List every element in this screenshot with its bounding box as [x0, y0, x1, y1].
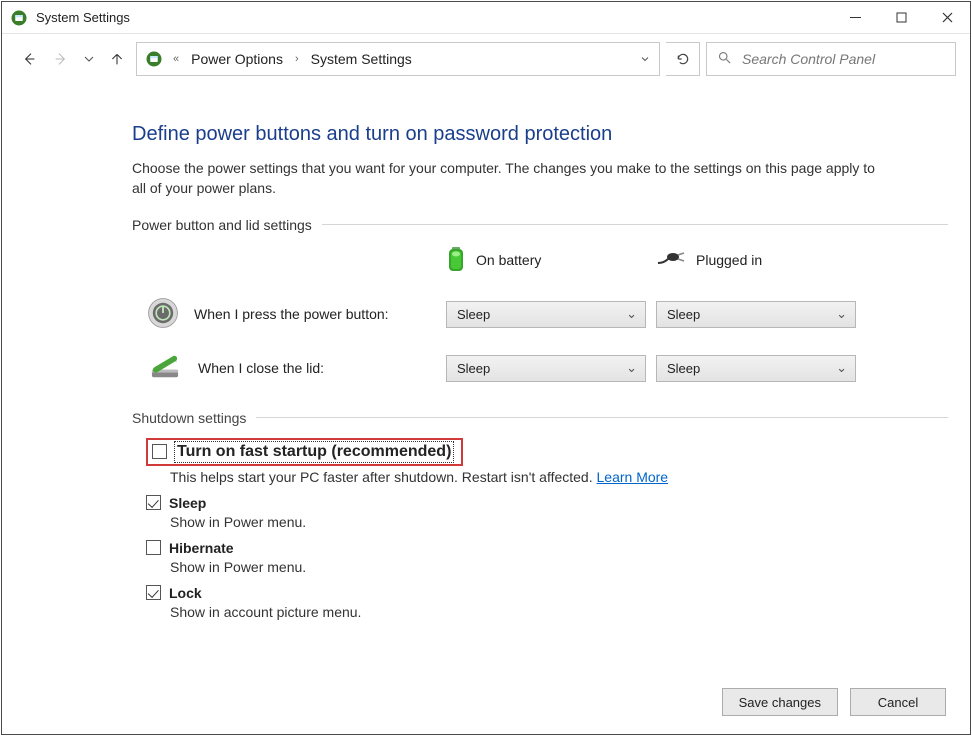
lock-checkbox[interactable] [146, 585, 161, 600]
highlighted-option: Turn on fast startup (recommended) [146, 438, 463, 466]
col-on-battery: On battery [446, 245, 646, 276]
shutdown-options: Turn on fast startup (recommended) This … [132, 438, 948, 620]
hibernate-desc: Show in Power menu. [170, 559, 948, 575]
opt-sleep: Sleep Show in Power menu. [146, 495, 948, 530]
power-plan-icon [137, 43, 169, 75]
battery-icon [446, 245, 466, 276]
search-input[interactable] [740, 50, 945, 68]
titlebar-controls [832, 2, 970, 34]
row-close-lid: When I close the lid: [146, 353, 436, 384]
refresh-button[interactable] [666, 42, 700, 76]
save-changes-button[interactable]: Save changes [722, 688, 838, 716]
lock-desc: Show in account picture menu. [170, 604, 948, 620]
page-description: Choose the power settings that you want … [132, 158, 892, 199]
opt-lock: Lock Show in account picture menu. [146, 585, 948, 620]
power-button-icon [146, 296, 180, 333]
hibernate-checkbox[interactable] [146, 540, 161, 555]
titlebar-left: System Settings [10, 9, 130, 27]
nav-back-button[interactable] [16, 46, 42, 72]
window-title: System Settings [36, 10, 130, 25]
breadcrumb-current[interactable]: System Settings [303, 43, 420, 75]
nav-row: « Power Options › System Settings [2, 34, 970, 87]
sleep-desc: Show in Power menu. [170, 514, 948, 530]
footer-buttons: Save changes Cancel [722, 688, 946, 716]
hibernate-label: Hibernate [169, 540, 234, 556]
power-grid: On battery Plugged in When I press the p… [146, 245, 948, 384]
address-bar[interactable]: « Power Options › System Settings [136, 42, 660, 76]
chevron-down-icon: ⌄ [626, 360, 637, 376]
col-plugged-in: Plugged in [656, 249, 856, 272]
close-lid-plugged-select[interactable]: Sleep ⌄ [656, 355, 856, 382]
close-button[interactable] [924, 2, 970, 34]
breadcrumb-parent[interactable]: Power Options [183, 43, 291, 75]
chevron-down-icon: ⌄ [836, 306, 847, 322]
row-power-button: When I press the power button: [146, 296, 436, 333]
power-section-label: Power button and lid settings [132, 217, 948, 233]
window: System Settings « Power Options › [1, 1, 971, 735]
breadcrumb-chevron-icon: « [169, 53, 183, 65]
chevron-down-icon: ⌄ [836, 360, 847, 376]
minimize-button[interactable] [832, 2, 878, 34]
power-button-plugged-select[interactable]: Sleep ⌄ [656, 301, 856, 328]
shutdown-section-label: Shutdown settings [132, 410, 948, 426]
sleep-checkbox[interactable] [146, 495, 161, 510]
nav-forward-button[interactable] [48, 46, 74, 72]
fast-startup-label: Turn on fast startup (recommended) [175, 442, 453, 462]
content: Define power buttons and turn on passwor… [2, 87, 970, 734]
cancel-button[interactable]: Cancel [850, 688, 946, 716]
search-box[interactable] [706, 42, 956, 76]
nav-recent-button[interactable] [80, 46, 98, 72]
plug-icon [656, 249, 686, 272]
opt-fast-startup: Turn on fast startup (recommended) This … [146, 438, 948, 485]
nav-up-button[interactable] [104, 46, 130, 72]
laptop-lid-icon [146, 353, 184, 384]
breadcrumb-chevron-icon: › [291, 53, 303, 65]
power-plan-icon [10, 9, 28, 27]
fast-startup-desc: This helps start your PC faster after sh… [170, 469, 948, 485]
page-heading: Define power buttons and turn on passwor… [132, 123, 948, 146]
lock-label: Lock [169, 585, 202, 601]
fast-startup-checkbox[interactable] [152, 444, 167, 459]
titlebar: System Settings [2, 2, 970, 34]
power-button-battery-select[interactable]: Sleep ⌄ [446, 301, 646, 328]
learn-more-link[interactable]: Learn More [597, 469, 669, 485]
opt-hibernate: Hibernate Show in Power menu. [146, 540, 948, 575]
address-dropdown-button[interactable] [629, 43, 659, 75]
close-lid-battery-select[interactable]: Sleep ⌄ [446, 355, 646, 382]
search-icon [717, 50, 732, 68]
sleep-label: Sleep [169, 495, 206, 511]
maximize-button[interactable] [878, 2, 924, 34]
chevron-down-icon: ⌄ [626, 306, 637, 322]
